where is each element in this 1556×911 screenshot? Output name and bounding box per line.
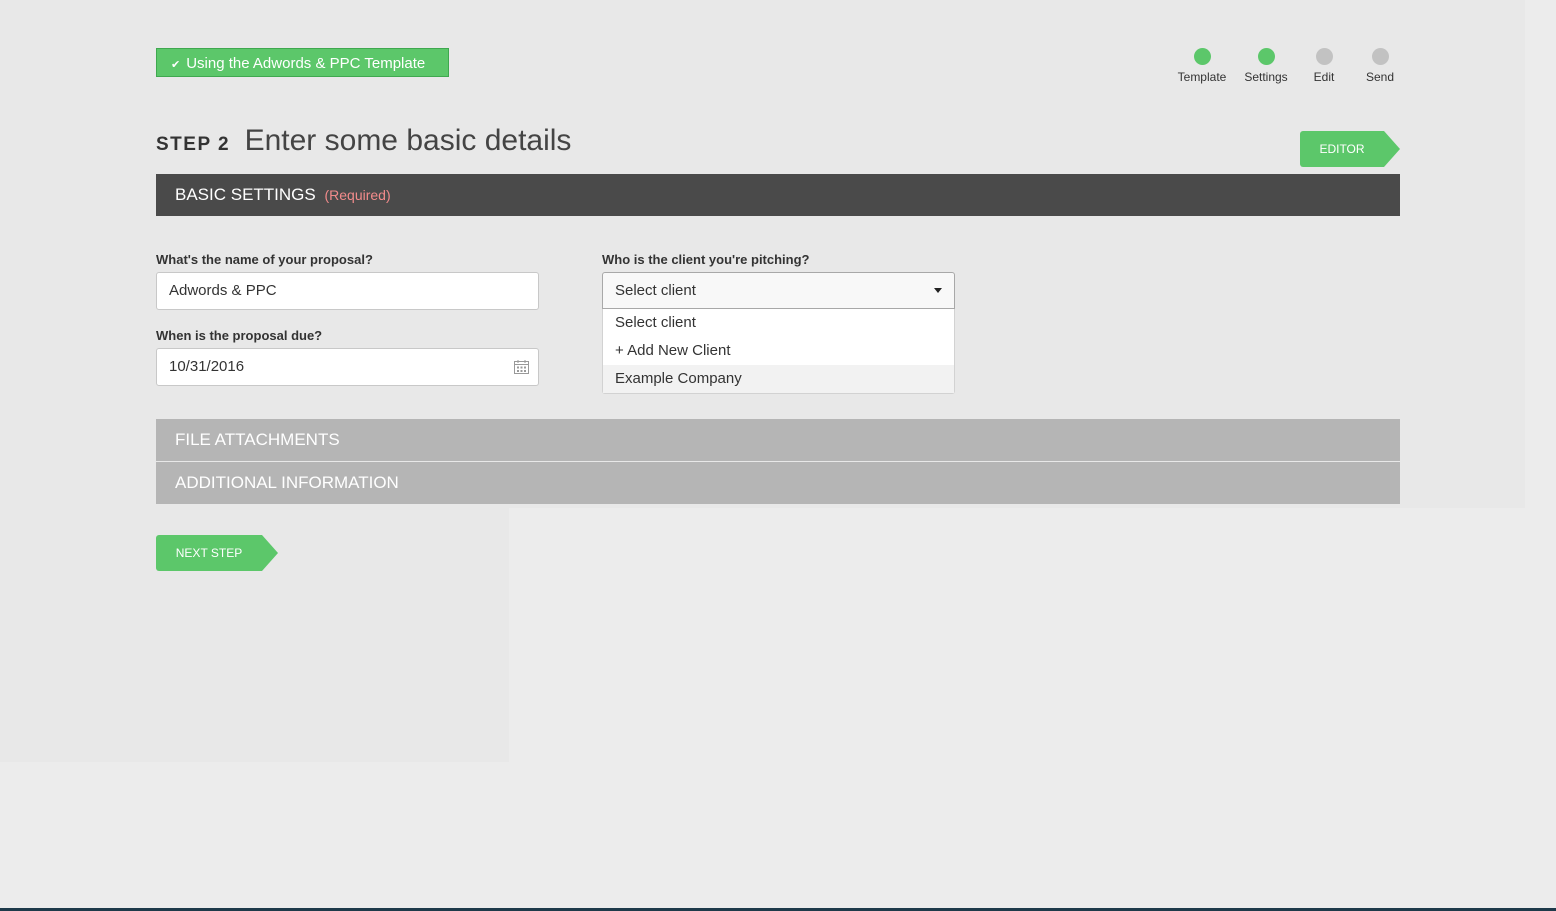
client-label: Who is the client you're pitching? [602, 252, 810, 267]
basic-settings-title: BASIC SETTINGS [175, 185, 316, 204]
additional-information-title: ADDITIONAL INFORMATION [175, 473, 399, 492]
progress-step-label: Send [1365, 70, 1395, 84]
basic-settings-header[interactable]: BASIC SETTINGS (Required) [156, 174, 1400, 216]
template-banner[interactable]: ✔ Using the Adwords & PPC Template [156, 48, 449, 77]
caret-down-icon [934, 288, 942, 293]
step-number: STEP 2 [156, 134, 231, 155]
due-date-label: When is the proposal due? [156, 328, 323, 343]
due-date-input[interactable]: 10/31/2016 [156, 348, 539, 386]
step-dot-icon [1193, 48, 1211, 65]
check-icon: ✔ [171, 59, 181, 71]
progress-step-settings[interactable]: Settings [1234, 48, 1298, 84]
step-title: Enter some basic details [244, 124, 572, 157]
due-date-value: 10/31/2016 [169, 358, 245, 375]
progress-step-send[interactable]: Send [1348, 48, 1412, 84]
client-dropdown: Select client + Add New Client Example C… [602, 309, 955, 394]
progress-steps: Template Settings Edit Send [1170, 48, 1402, 88]
client-option-example-company[interactable]: Example Company [603, 365, 954, 393]
proposal-name-input[interactable]: Adwords & PPC [156, 272, 539, 310]
step-dot-icon [1371, 48, 1389, 65]
step-dot-icon [1315, 48, 1333, 65]
template-banner-label: Using the Adwords & PPC Template [186, 55, 426, 72]
proposal-name-value: Adwords & PPC [169, 282, 277, 299]
page: ✔ Using the Adwords & PPC Template Templa… [0, 0, 1556, 911]
file-attachments-title: FILE ATTACHMENTS [175, 430, 340, 449]
client-option-add-new[interactable]: + Add New Client [603, 337, 954, 365]
progress-step-label: Settings [1244, 70, 1288, 84]
progress-step-label: Template [1177, 70, 1227, 84]
page-title: STEP 2 Enter some basic details [156, 124, 571, 164]
proposal-name-label: What's the name of your proposal? [156, 252, 373, 267]
calendar-icon[interactable] [514, 360, 529, 374]
client-select[interactable]: Select client [602, 272, 955, 309]
client-option-select[interactable]: Select client [603, 309, 954, 337]
progress-step-edit[interactable]: Edit [1292, 48, 1356, 84]
file-attachments-header[interactable]: FILE ATTACHMENTS [156, 419, 1400, 461]
progress-step-label: Edit [1313, 70, 1335, 84]
progress-step-template[interactable]: Template [1170, 48, 1234, 84]
editor-button[interactable]: EDITOR [1300, 131, 1400, 167]
additional-information-header[interactable]: ADDITIONAL INFORMATION [156, 462, 1400, 504]
step-dot-icon [1257, 48, 1275, 65]
next-step-button[interactable]: NEXT STEP [156, 535, 278, 571]
client-select-value: Select client [615, 282, 696, 299]
required-label: (Required) [324, 187, 391, 203]
